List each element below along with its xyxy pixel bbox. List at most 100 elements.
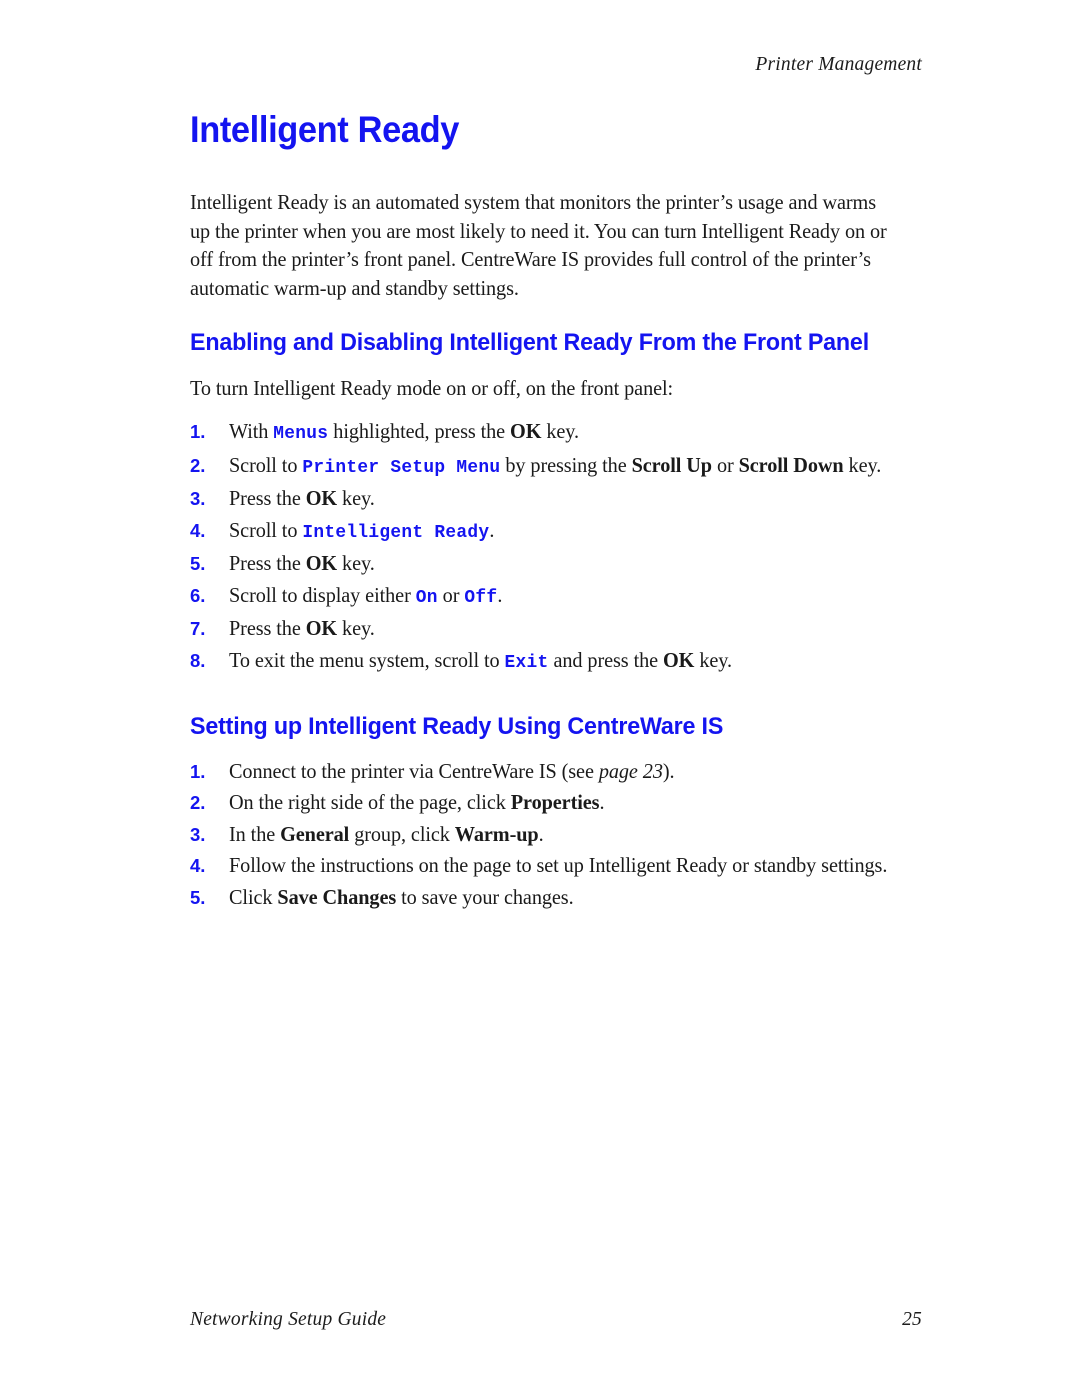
step-text-run: Follow the instructions on the page to s… [229,853,888,878]
procedure-step: 4. Scroll to Intelligent Ready. [190,517,922,546]
procedure-step: 2. Scroll to Printer Setup Menu by pressi… [190,452,922,481]
section-lead-in: To turn Intelligent Ready mode on or off… [190,376,674,401]
ui-control-name: Scroll Up [631,452,712,477]
step-text-run: With [229,419,274,444]
step-number: 1. [190,421,206,443]
step-body: Scroll to Printer Setup Menu by pressing… [229,452,881,481]
step-text-run: and press the [548,647,664,672]
front-panel-menu-term: Menus [273,423,329,445]
step-text-run: . [497,582,503,607]
step-text-run: Scroll to [229,452,303,477]
step-number: 8. [190,649,206,671]
step-text-run: . [538,821,544,846]
step-number: 1. [190,760,206,782]
ui-control-name: Warm-up [454,821,539,846]
procedure-step: 6. Scroll to display either On or Off. [190,582,922,611]
step-text-run: ). [662,758,675,783]
step-number: 2. [190,454,206,476]
intro-paragraph: Intelligent Ready is an automated system… [190,190,887,300]
ui-control-name: OK [305,486,338,511]
step-body: Press the OK key. [229,615,375,642]
front-panel-menu-term: On [415,586,438,608]
step-text-run: In the [229,821,281,846]
step-number: 7. [190,618,206,640]
step-text-run: Press the [229,616,306,641]
page-title: Intelligent Ready [190,109,460,150]
step-text-run: Press the [229,486,306,511]
procedure-step: 1. Connect to the printer via CentreWare … [190,758,922,785]
step-body: In the General group, click Warm-up. [229,821,544,848]
step-number: 3. [190,488,206,510]
step-text-run: key. [337,551,375,576]
step-text-run: key. [541,419,580,444]
procedure-step: 3. Press the OK key. [190,485,922,512]
step-body: Scroll to display either On or Off. [229,582,502,611]
step-text-run: Scroll to display either [229,582,416,607]
step-number: 5. [190,553,206,575]
step-body: Follow the instructions on the page to s… [229,852,887,879]
procedure-step: 3. In the General group, click Warm-up. [190,821,922,848]
document-section: Enabling and Disabling Intelligent Ready… [190,328,922,676]
procedure-step: 8. To exit the menu system, scroll to Exi… [190,647,922,676]
procedure-step: 1. With Menus highlighted, press the OK k… [190,418,922,447]
ui-control-name: OK [510,419,542,444]
document-section: Setting up Intelligent Ready Using Centr… [190,712,922,911]
section-heading: Setting up Intelligent Ready Using Centr… [190,712,724,740]
procedure-step: 2. On the right side of the page, click P… [190,789,922,816]
procedure-step-list: 1. With Menus highlighted, press the OK k… [190,418,922,676]
step-body: Connect to the printer via CentreWare IS… [229,758,675,785]
ui-control-name: General [280,821,350,846]
step-number: 4. [190,855,206,877]
ui-control-name: OK [305,551,338,576]
sections-container: Enabling and Disabling Intelligent Ready… [190,328,922,911]
step-text-run: Scroll to [229,517,303,542]
step-text-run: key. [337,616,375,641]
step-text-run: group, click [349,821,455,846]
step-text-run: On the right side of the page, click [229,790,511,815]
step-body: On the right side of the page, click Pro… [229,789,605,816]
procedure-step: 5. Press the OK key. [190,550,922,577]
page-cross-reference[interactable]: page 23 [599,759,663,783]
step-text-run: Connect to the printer via CentreWare IS… [229,758,599,783]
step-text-run: . [489,517,495,542]
step-body: Press the OK key. [229,550,375,577]
step-body: Click Save Changes to save your changes. [229,884,574,911]
step-text-run: . [599,790,605,815]
front-panel-menu-term: Printer Setup Menu [302,456,501,478]
ui-control-name: OK [663,647,695,672]
document-page: Printer Management Intelligent Ready Int… [0,0,1080,1397]
step-number: 6. [190,584,206,606]
procedure-step: 4. Follow the instructions on the page to… [190,852,922,879]
step-body: Scroll to Intelligent Ready. [229,517,494,546]
step-number: 5. [190,886,206,908]
procedure-step-list: 1. Connect to the printer via CentreWare … [190,758,922,911]
front-panel-menu-term: Intelligent Ready [302,521,490,543]
procedure-step: 7. Press the OK key. [190,615,922,642]
running-header: Printer Management [755,54,922,75]
step-text-run: Press the [229,551,306,576]
step-text-run: key. [843,452,882,477]
step-text-run: or [711,452,739,477]
section-heading: Enabling and Disabling Intelligent Ready… [190,329,869,357]
ui-control-name: Save Changes [277,884,397,909]
footer-guide-title: Networking Setup Guide [190,1309,387,1330]
step-text-run: Click [229,884,278,909]
step-text-run: highlighted, press the [328,419,511,444]
step-body: To exit the menu system, scroll to Exit … [229,647,732,676]
step-text-run: or [437,582,465,607]
ui-control-name: Scroll Down [738,452,844,477]
step-text-run: to save your changes. [396,884,574,909]
step-number: 4. [190,519,206,541]
page-footer: Networking Setup Guide 25 [190,1309,922,1331]
front-panel-menu-term: Off [464,586,498,608]
step-text-run: key. [337,486,375,511]
step-body: Press the OK key. [229,485,375,512]
step-text-run: by pressing the [500,452,632,477]
step-body: With Menus highlighted, press the OK key… [229,418,579,447]
page-content: Intelligent Ready Intelligent Ready is a… [190,108,922,915]
footer-page-number: 25 [902,1309,922,1330]
ui-control-name: OK [305,616,338,641]
ui-control-name: Properties [510,790,600,815]
step-text-run: To exit the menu system, scroll to [229,647,505,672]
step-number: 2. [190,792,206,814]
